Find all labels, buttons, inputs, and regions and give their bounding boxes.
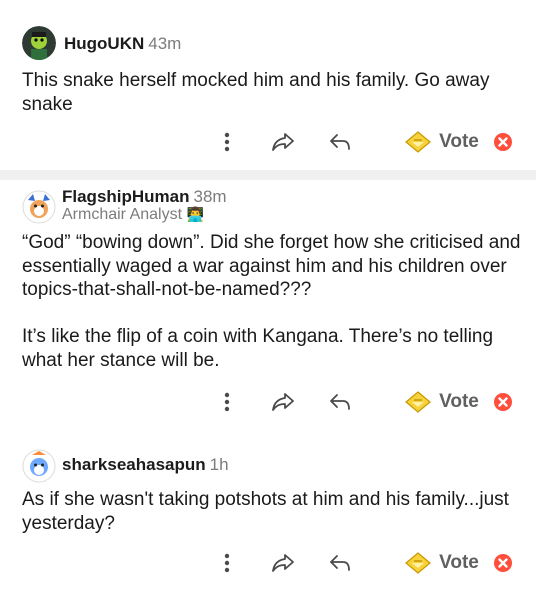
comment-paragraph: This snake herself mocked him and his fa… [22, 70, 490, 115]
share-button[interactable] [268, 546, 298, 580]
comment-actions: Vote [0, 546, 536, 580]
comment-age: 1h [209, 455, 229, 474]
comment-paragraph: “God” “bowing down”. Did she forget how … [22, 232, 521, 300]
share-icon [272, 393, 294, 411]
avatar[interactable] [22, 26, 56, 60]
comment-divider [0, 170, 536, 180]
award-button[interactable] [404, 546, 432, 580]
vote-label: Vote [439, 552, 479, 573]
award-icon [405, 552, 431, 574]
more-vertical-icon [224, 132, 230, 152]
username[interactable]: FlagshipHuman 38m [62, 187, 227, 207]
share-button[interactable] [268, 125, 298, 159]
flair-label: Armchair Analyst [62, 206, 183, 223]
reply-icon [330, 555, 350, 571]
downvote-button[interactable] [490, 385, 516, 419]
award-icon [405, 391, 431, 413]
downvote-icon [494, 133, 512, 151]
reply-icon [330, 134, 350, 150]
share-icon [272, 133, 294, 151]
reply-button[interactable] [326, 125, 354, 159]
more-vertical-icon [224, 553, 230, 573]
downvote-icon [494, 554, 512, 572]
more-button[interactable] [214, 546, 240, 580]
username-label[interactable]: sharkseahasapun [62, 455, 206, 474]
comment-actions: Vote [0, 385, 536, 419]
share-button[interactable] [268, 385, 298, 419]
comment-actions: Vote [0, 125, 536, 159]
award-icon [405, 131, 431, 153]
avatar[interactable] [22, 190, 56, 224]
downvote-button[interactable] [490, 125, 516, 159]
share-icon [272, 554, 294, 572]
comment-age: 38m [193, 187, 227, 206]
comment-body: As if she wasn't taking potshots at him … [22, 488, 522, 535]
award-button[interactable] [404, 385, 432, 419]
username-label[interactable]: FlagshipHuman [62, 187, 190, 206]
reply-button[interactable] [326, 385, 354, 419]
award-button[interactable] [404, 125, 432, 159]
comment-paragraph: It’s like the flip of a coin with Kangan… [22, 326, 494, 371]
downvote-icon [494, 393, 512, 411]
vote-button[interactable]: Vote [437, 125, 481, 159]
comment-paragraph: As if she wasn't taking potshots at him … [22, 489, 509, 534]
vote-button[interactable]: Vote [437, 385, 481, 419]
username-label[interactable]: HugoUKN [64, 34, 144, 53]
comment-body: This snake herself mocked him and his fa… [22, 69, 522, 116]
more-vertical-icon [224, 392, 230, 412]
reply-icon [330, 394, 350, 410]
username[interactable]: sharkseahasapun 1h [62, 455, 229, 475]
reply-button[interactable] [326, 546, 354, 580]
username[interactable]: HugoUKN 43m [64, 34, 181, 54]
vote-button[interactable]: Vote [437, 546, 481, 580]
avatar[interactable] [22, 449, 56, 483]
vote-label: Vote [439, 131, 479, 152]
more-button[interactable] [214, 385, 240, 419]
user-flair: Armchair Analyst 👨‍💻 [62, 206, 204, 224]
comment-age: 43m [148, 34, 182, 53]
downvote-button[interactable] [490, 546, 516, 580]
more-button[interactable] [214, 125, 240, 159]
vote-label: Vote [439, 391, 479, 412]
comment-body: “God” “bowing down”. Did she forget how … [22, 231, 522, 372]
laptop-user-icon: 👨‍💻 [186, 206, 204, 222]
